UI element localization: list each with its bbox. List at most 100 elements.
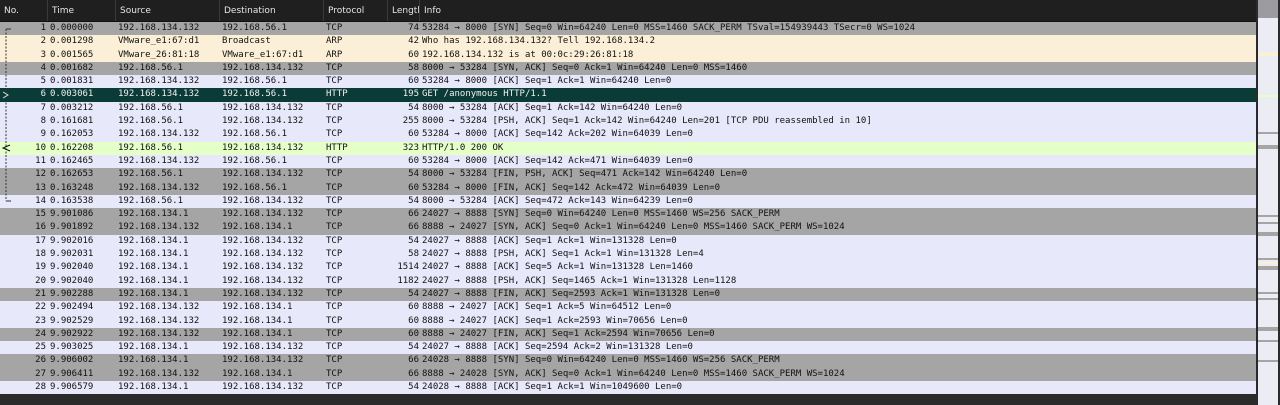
packet-destination: 192.168.134.132 xyxy=(222,169,304,180)
packet-length: 54 xyxy=(408,288,419,299)
table-row[interactable]: 11 0.162465 192.168.134.132 192.168.56.1 TCP… xyxy=(0,154,1256,169)
packet-length: 66 xyxy=(408,368,419,379)
packet-length: 1514 xyxy=(397,262,419,273)
packet-source: 192.168.134.1 xyxy=(118,288,189,299)
packet-destination: VMware_e1:67:d1 xyxy=(222,49,304,60)
packet-source: 192.168.56.1 xyxy=(118,169,184,180)
table-row[interactable]: 18 9.902031 192.168.134.1 192.168.134.132 TC… xyxy=(0,248,1256,262)
packet-time: 9.902288 xyxy=(50,288,94,299)
packet-length: 66 xyxy=(408,222,419,233)
table-row[interactable]: 5 0.001831 192.168.134.132 192.168.56.1 TCP 6… xyxy=(0,75,1256,89)
table-row[interactable]: 20 9.902040 192.168.134.1 192.168.134.132 TC… xyxy=(0,274,1256,288)
table-row[interactable]: 7 0.003212 192.168.56.1 192.168.134.132 TCP 5… xyxy=(0,101,1256,116)
table-row[interactable]: 14 0.163538 192.168.56.1 192.168.134.132 TCP… xyxy=(0,194,1256,209)
packet-number: 26 xyxy=(35,355,46,366)
table-row[interactable]: 16 9.901892 192.168.134.132 192.168.134.1 TC… xyxy=(0,221,1256,235)
table-row[interactable]: 26 9.906002 192.168.134.1 192.168.134.132 TC… xyxy=(0,354,1256,368)
table-row[interactable]: 25 9.903025 192.168.134.1 192.168.134.132 TC… xyxy=(0,341,1256,355)
packet-info: 53284 → 8000 [FIN, ACK] Seq=142 Ack=472 … xyxy=(422,182,721,193)
packet-time: 0.161681 xyxy=(50,116,94,127)
minimap-mark xyxy=(1258,292,1278,294)
table-row[interactable]: 10 0.162208 192.168.56.1 192.168.134.132 HTT… xyxy=(0,141,1256,155)
table-row[interactable]: 23 9.902529 192.168.134.132 192.168.134.1 TC… xyxy=(0,314,1256,328)
packet-source: 192.168.134.132 xyxy=(118,368,200,379)
packet-time: 0.163538 xyxy=(50,195,94,206)
packet-protocol: TCP xyxy=(326,182,343,193)
packet-protocol: TCP xyxy=(326,315,343,326)
packet-number: 10 xyxy=(35,142,46,153)
packet-source: VMware_e1:67:d1 xyxy=(118,36,200,47)
packet-info: 8888 → 24027 [SYN, ACK] Seq=0 Ack=1 Win=… xyxy=(422,222,845,233)
table-row[interactable]: 28 9.906579 192.168.134.1 192.168.134.132 TC… xyxy=(0,381,1256,395)
table-row[interactable]: 3 0.001565 VMware_26:81:18 VMware_e1:67:d1 A… xyxy=(0,48,1256,62)
packet-protocol: TCP xyxy=(326,262,343,273)
table-row[interactable]: 9 0.162053 192.168.134.132 192.168.56.1 TCP 6… xyxy=(0,128,1256,142)
packet-info: 8888 → 24027 [ACK] Seq=1 Ack=5 Win=64512… xyxy=(422,302,672,313)
packet-source: 192.168.134.132 xyxy=(118,182,200,193)
packet-source: 192.168.134.1 xyxy=(118,209,189,220)
packet-destination: 192.168.134.132 xyxy=(222,209,304,220)
packet-length: 60 xyxy=(408,182,419,193)
packet-protocol: TCP xyxy=(326,288,343,299)
packet-number: 14 xyxy=(35,195,46,206)
column-header-destination[interactable]: Destination xyxy=(220,0,324,21)
packet-length: 42 xyxy=(408,36,419,47)
table-row[interactable]: 2 0.001298 VMware_e1:67:d1 Broadcast ARP 42 Wh… xyxy=(0,35,1256,49)
table-row[interactable]: 24 9.902922 192.168.134.132 192.168.134.1 TC… xyxy=(0,327,1256,342)
packet-number: 23 xyxy=(35,315,46,326)
packet-length: 60 xyxy=(408,302,419,313)
packet-destination: 192.168.134.132 xyxy=(222,102,304,113)
packet-time: 0.000000 xyxy=(50,23,94,33)
table-row[interactable]: 19 9.902040 192.168.134.1 192.168.134.132 TC… xyxy=(0,261,1256,275)
packet-destination: 192.168.134.132 xyxy=(222,249,304,260)
scrollbar-thumb[interactable] xyxy=(1258,0,1278,18)
table-row[interactable]: 1 0.000000 192.168.134.132 192.168.56.1 TCP 7… xyxy=(0,22,1256,36)
packet-destination: 192.168.134.132 xyxy=(222,262,304,273)
packet-protocol: TCP xyxy=(326,328,343,339)
packet-source: 192.168.134.1 xyxy=(118,235,189,246)
packet-list-header: No. Time Source Destination Protocol Len… xyxy=(0,0,1256,22)
minimap-mark xyxy=(1258,52,1278,56)
packet-number: 12 xyxy=(35,169,46,180)
packet-source: VMware_26:81:18 xyxy=(118,49,200,60)
packet-time: 0.001298 xyxy=(50,36,94,47)
packet-length: 54 xyxy=(408,195,419,206)
packet-time: 9.903025 xyxy=(50,342,94,353)
column-header-no[interactable]: No. xyxy=(0,0,48,21)
packet-destination: 192.168.56.1 xyxy=(222,89,288,100)
packet-destination: 192.168.134.132 xyxy=(222,142,304,153)
column-header-protocol[interactable]: Protocol xyxy=(324,0,388,21)
table-row[interactable]: 22 9.902494 192.168.134.132 192.168.134.1 TC… xyxy=(0,301,1256,315)
packet-number: 19 xyxy=(35,262,46,273)
table-row[interactable]: 17 9.902016 192.168.134.1 192.168.134.132 TC… xyxy=(0,234,1256,249)
packet-time: 9.906002 xyxy=(50,355,94,366)
packet-protocol: TCP xyxy=(326,23,343,33)
packet-length: 54 xyxy=(408,235,419,246)
packet-time: 0.162465 xyxy=(50,155,94,166)
packet-source: 192.168.134.132 xyxy=(118,315,200,326)
table-row[interactable]: 27 9.906411 192.168.134.132 192.168.134.1 TC… xyxy=(0,367,1256,382)
column-header-info[interactable]: Info xyxy=(420,0,1256,21)
table-row[interactable]: 21 9.902288 192.168.134.1 192.168.134.132 TC… xyxy=(0,287,1256,302)
column-header-source[interactable]: Source xyxy=(116,0,220,21)
column-header-time[interactable]: Time xyxy=(48,0,116,21)
minimap-mark xyxy=(1258,262,1278,264)
table-row[interactable]: 15 9.901086 192.168.134.1 192.168.134.132 TC… xyxy=(0,208,1256,222)
table-row[interactable]: 12 0.162653 192.168.56.1 192.168.134.132 TCP… xyxy=(0,168,1256,182)
packet-destination: 192.168.56.1 xyxy=(222,23,288,33)
packet-time: 9.902529 xyxy=(50,315,94,326)
packet-protocol: HTTP xyxy=(326,142,348,153)
column-header-length[interactable]: Lengtl xyxy=(388,0,420,21)
packet-list-scrollbar[interactable] xyxy=(1256,0,1280,405)
packet-source: 192.168.56.1 xyxy=(118,195,184,206)
packet-minimap[interactable] xyxy=(1258,0,1278,405)
table-row[interactable]: 6 0.003061 192.168.134.132 192.168.56.1 HTTP… xyxy=(0,88,1256,102)
packet-time: 0.162653 xyxy=(50,169,94,180)
packet-destination: 192.168.134.132 xyxy=(222,382,304,393)
table-row[interactable]: 8 0.161681 192.168.56.1 192.168.134.132 TCP 2… xyxy=(0,115,1256,129)
table-row[interactable]: 13 0.163248 192.168.134.132 192.168.56.1 TCP… xyxy=(0,181,1256,195)
packet-source: 192.168.134.132 xyxy=(118,222,200,233)
packet-length: 60 xyxy=(408,155,419,166)
packet-length: 54 xyxy=(408,102,419,113)
table-row[interactable]: 4 0.001682 192.168.56.1 192.168.134.132 TCP 5… xyxy=(0,61,1256,76)
